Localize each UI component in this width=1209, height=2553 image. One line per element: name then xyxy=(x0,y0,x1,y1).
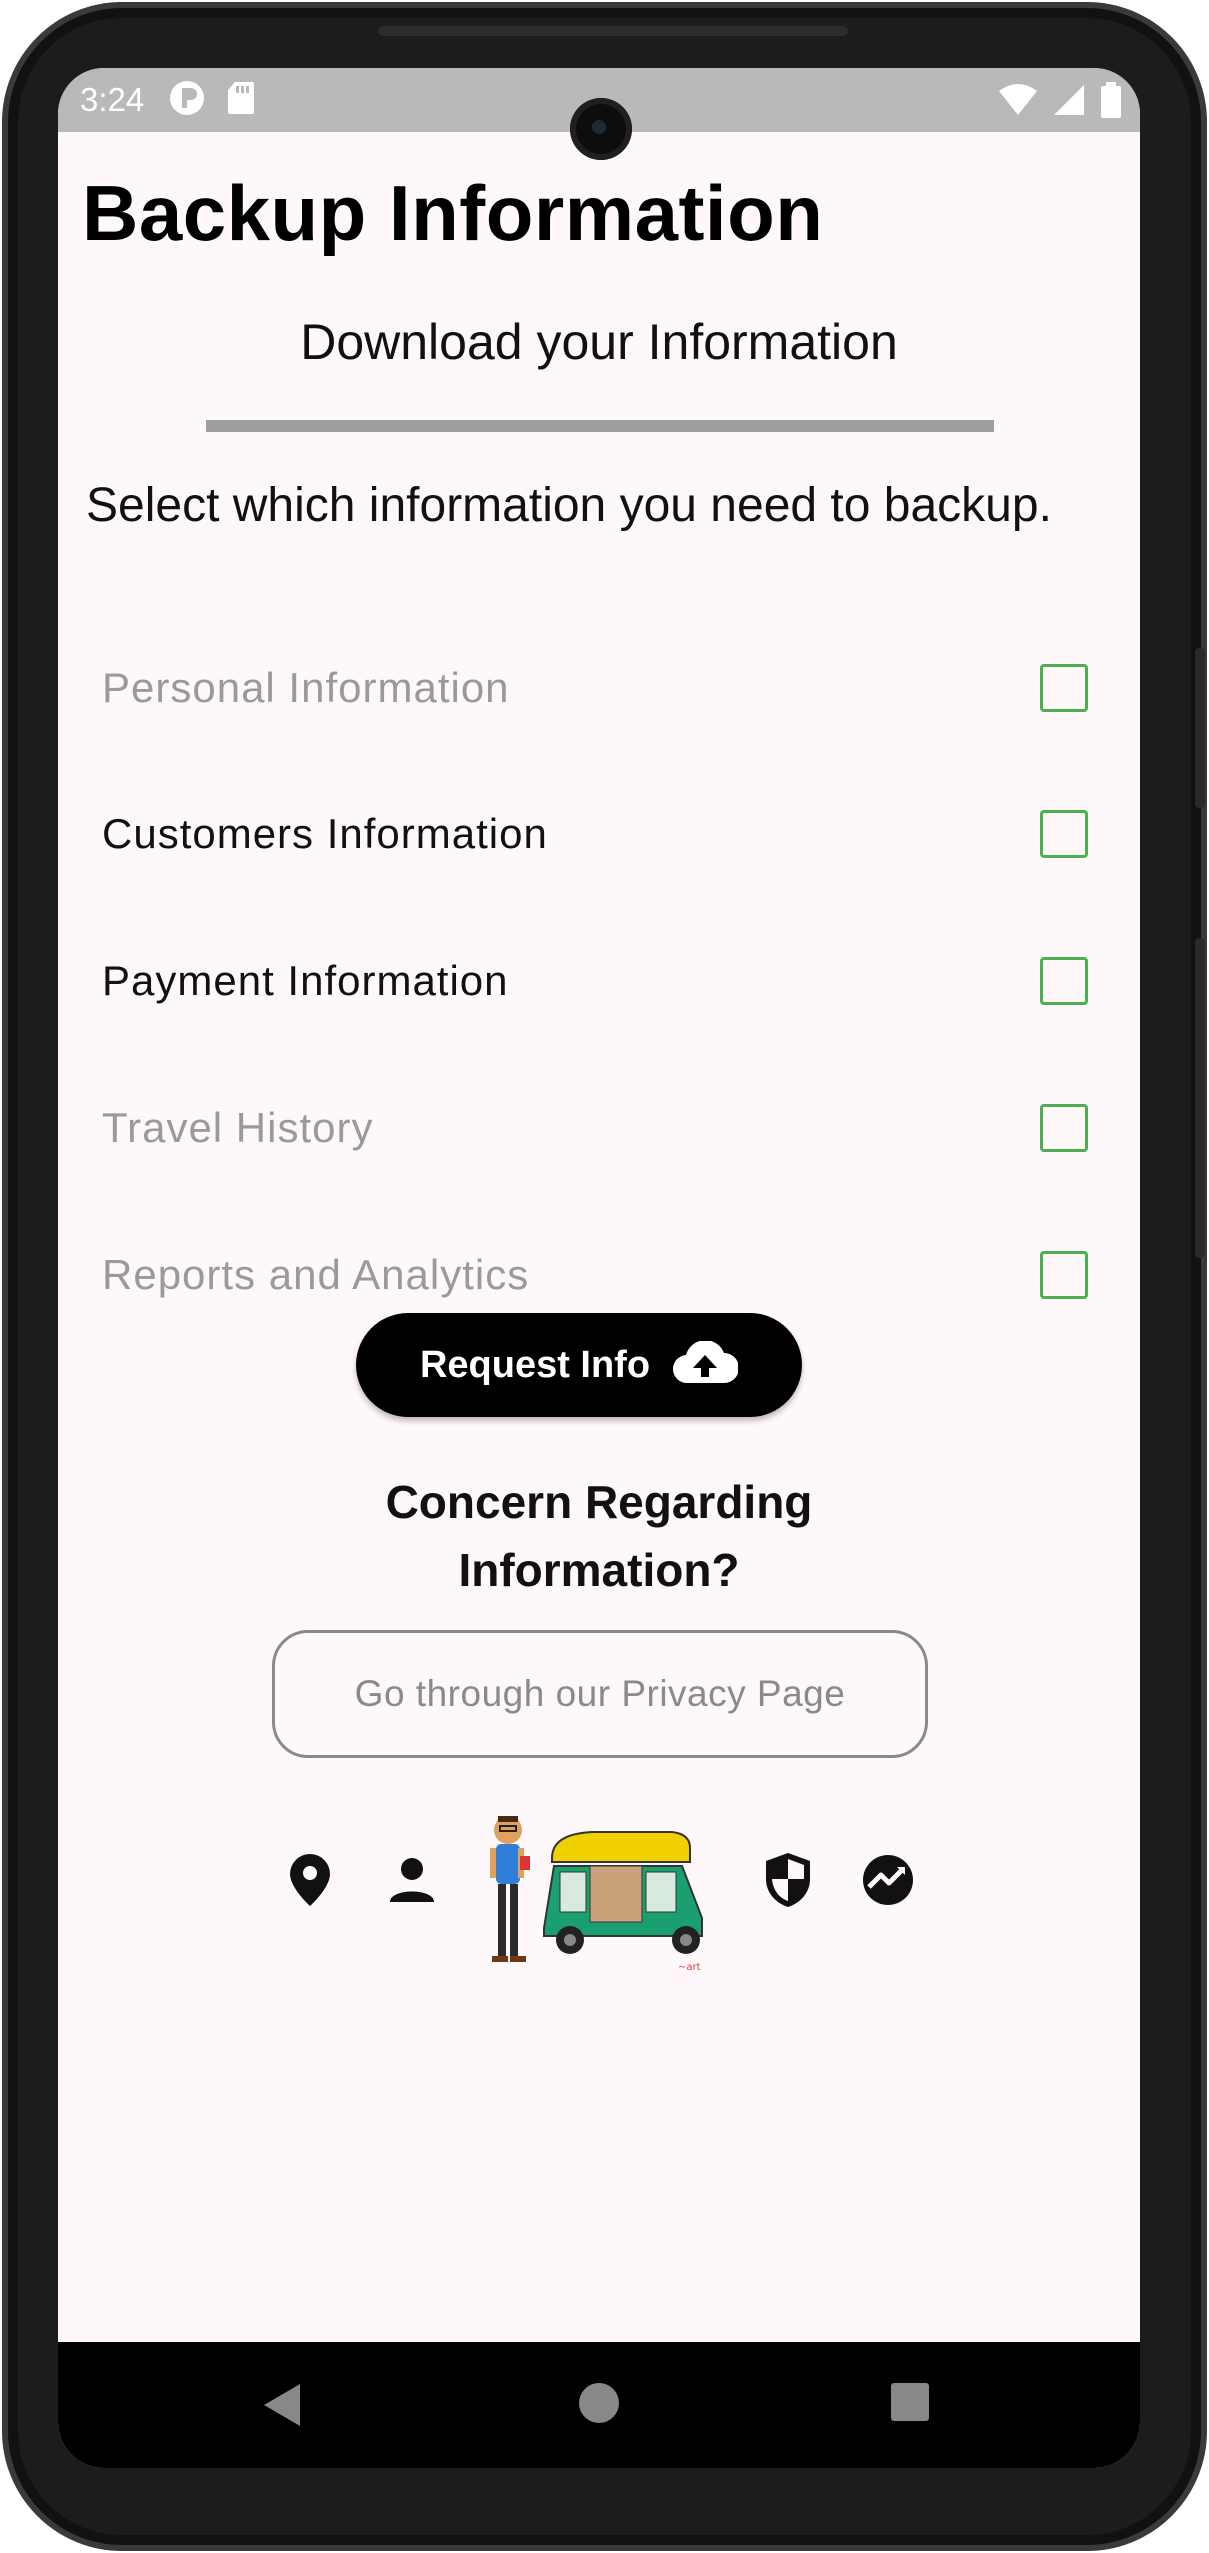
person-icon[interactable] xyxy=(382,1852,442,1908)
option-label: Customers Information xyxy=(102,810,548,857)
wifi-icon xyxy=(998,83,1038,122)
checkbox-reports-and-analytics[interactable] xyxy=(1040,1251,1088,1299)
divider xyxy=(206,420,994,432)
option-label: Payment Information xyxy=(102,957,509,1004)
recents-nav-icon[interactable] xyxy=(890,2382,930,2427)
cell-signal-icon xyxy=(1052,83,1086,122)
bottom-icon-row: ~art xyxy=(58,1808,1140,2008)
back-nav-icon[interactable] xyxy=(262,2382,302,2433)
request-info-label: Request Info xyxy=(419,1343,651,1386)
app-screen: 3:24 Backup Information Download your In… xyxy=(58,68,1140,2468)
checkbox-payment-information[interactable] xyxy=(1040,957,1088,1005)
shield-icon[interactable] xyxy=(758,1848,818,1912)
request-info-button[interactable]: Request Info xyxy=(356,1313,802,1417)
earpiece xyxy=(378,26,848,36)
cloud-upload-icon xyxy=(672,1339,740,1390)
concern-heading: Concern Regarding Information? xyxy=(58,1468,1140,1604)
auto-rickshaw-illustration: ~art xyxy=(482,1808,718,1976)
option-label: Reports and Analytics xyxy=(102,1251,530,1298)
status-time: 3:24 xyxy=(80,81,145,118)
option-travel-history[interactable]: Travel History xyxy=(102,1078,1092,1178)
option-customers-information[interactable]: Customers Information xyxy=(102,784,1092,884)
sd-card-icon xyxy=(226,80,256,121)
notification-app-icon xyxy=(168,79,206,122)
option-payment-information[interactable]: Payment Information xyxy=(102,931,1092,1031)
concern-line-2: Information? xyxy=(458,1544,740,1596)
instructions-text: Select which information you need to bac… xyxy=(86,479,1052,532)
option-reports-and-analytics[interactable]: Reports and Analytics xyxy=(102,1225,1092,1325)
system-nav-bar xyxy=(58,2342,1140,2468)
power-button xyxy=(1195,648,1205,808)
page-subtitle: Download your Information xyxy=(300,314,898,370)
svg-text:~art: ~art xyxy=(678,1962,701,1973)
checkbox-customers-information[interactable] xyxy=(1040,810,1088,858)
concern-line-1: Concern Regarding xyxy=(385,1476,813,1528)
front-camera xyxy=(570,98,632,160)
battery-icon xyxy=(1100,82,1122,123)
checkbox-personal-information[interactable] xyxy=(1040,664,1088,712)
privacy-page-button[interactable]: Go through our Privacy Page xyxy=(272,1630,928,1758)
checkbox-travel-history[interactable] xyxy=(1040,1104,1088,1152)
home-nav-icon[interactable] xyxy=(578,2382,620,2429)
analytics-icon[interactable] xyxy=(858,1852,918,1908)
option-label: Travel History xyxy=(102,1104,374,1151)
page-title: Backup Information xyxy=(82,169,824,257)
volume-button xyxy=(1195,938,1205,1258)
option-personal-information[interactable]: Personal Information xyxy=(102,638,1092,738)
option-label: Personal Information xyxy=(102,664,510,711)
location-pin-icon[interactable] xyxy=(280,1850,340,1910)
